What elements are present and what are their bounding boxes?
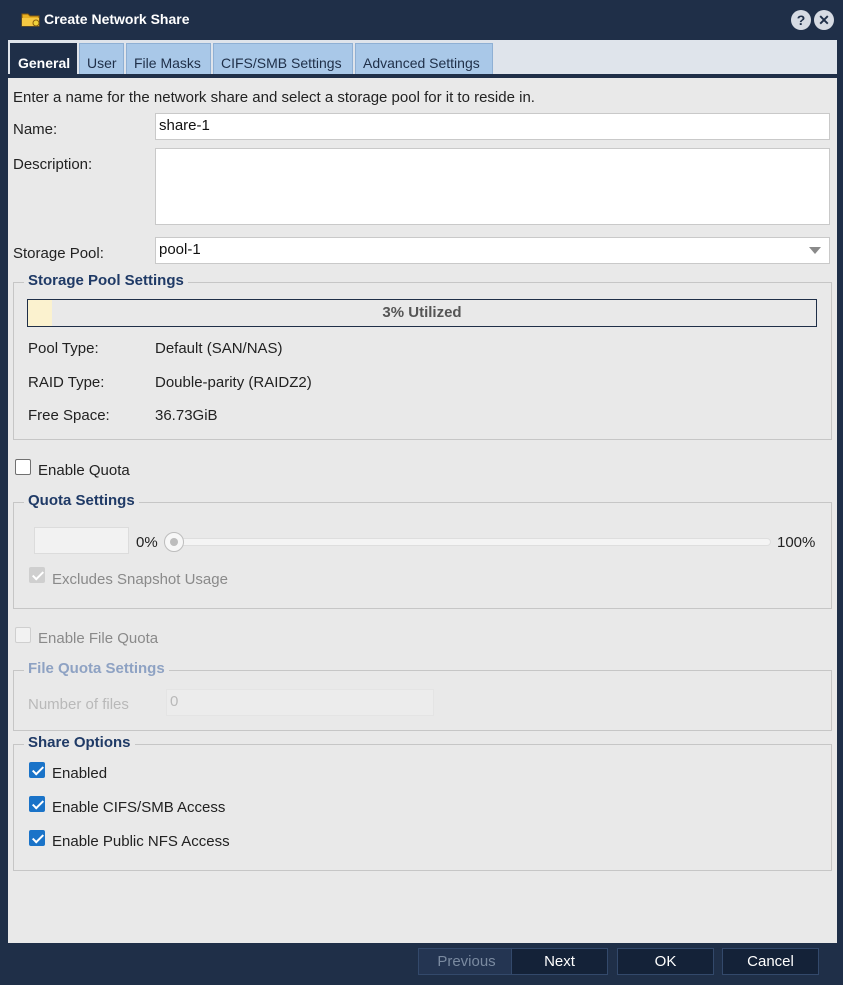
storage-pool-settings-legend: Storage Pool Settings (24, 272, 188, 289)
create-network-share-dialog: Create Network Share ? ✕ General User Fi… (0, 0, 843, 985)
excludes-snapshot-label: Excludes Snapshot Usage (52, 571, 228, 588)
share-options-legend: Share Options (24, 734, 135, 751)
storage-pool-select[interactable]: pool-1 (155, 237, 830, 264)
intro-text: Enter a name for the network share and s… (13, 89, 535, 106)
help-icon[interactable]: ? (791, 10, 811, 30)
enable-public-nfs-checkbox[interactable] (29, 830, 45, 846)
tab-cifs-smb-settings[interactable]: CIFS/SMB Settings (213, 43, 353, 76)
enabled-checkbox[interactable] (29, 762, 45, 778)
utilization-text: 3% Utilized (382, 304, 462, 321)
enable-quota-label: Enable Quota (38, 462, 130, 479)
quota-min-label: 0% (136, 534, 158, 551)
pool-type-label: Pool Type: (28, 340, 99, 357)
name-input[interactable]: share-1 (155, 113, 830, 140)
tab-general[interactable]: General (10, 43, 77, 76)
ok-button[interactable]: OK (617, 948, 714, 975)
free-space-value: 36.73GiB (155, 407, 218, 424)
general-panel: Enter a name for the network share and s… (8, 78, 837, 943)
raid-type-label: RAID Type: (28, 374, 105, 391)
share-folder-icon (21, 10, 41, 28)
enable-cifs-smb-label: Enable CIFS/SMB Access (52, 799, 226, 816)
enable-file-quota-checkbox[interactable] (15, 627, 31, 643)
utilization-bar: 3% Utilized (27, 299, 817, 327)
enable-public-nfs-label: Enable Public NFS Access (52, 833, 230, 850)
dialog-footer: Previous Next OK Cancel (0, 943, 843, 985)
enable-file-quota-label: Enable File Quota (38, 630, 159, 647)
number-of-files-label: Number of files (28, 696, 129, 713)
description-label: Description: (13, 156, 93, 173)
quota-slider-track[interactable] (166, 538, 771, 546)
quota-settings-group: Quota Settings (13, 492, 832, 609)
next-button[interactable]: Next (511, 948, 608, 975)
chevron-down-icon[interactable] (809, 247, 821, 254)
excludes-snapshot-checkbox[interactable] (29, 567, 45, 583)
enable-quota-checkbox[interactable] (15, 459, 31, 475)
description-textarea[interactable] (155, 148, 830, 225)
storage-pool-value: pool-1 (159, 241, 201, 258)
quota-value-input[interactable] (34, 527, 129, 554)
tab-user[interactable]: User (79, 43, 124, 76)
title-bar[interactable]: Create Network Share ? ✕ (0, 0, 843, 40)
window-title: Create Network Share (44, 11, 190, 27)
tab-strip: General User File Masks CIFS/SMB Setting… (8, 40, 837, 76)
pool-type-value: Default (SAN/NAS) (155, 340, 283, 357)
raid-type-value: Double-parity (RAIDZ2) (155, 374, 312, 391)
storage-pool-label: Storage Pool: (13, 245, 104, 262)
cancel-button[interactable]: Cancel (722, 948, 819, 975)
name-label: Name: (13, 121, 58, 138)
quota-settings-legend: Quota Settings (24, 492, 139, 509)
tab-advanced-settings[interactable]: Advanced Settings (355, 43, 493, 76)
quota-slider-thumb[interactable] (164, 532, 184, 552)
previous-button[interactable]: Previous (418, 948, 515, 975)
number-of-files-input[interactable]: 0 (166, 689, 434, 716)
enabled-label: Enabled (52, 765, 108, 782)
quota-max-label: 100% (777, 534, 816, 551)
tab-file-masks[interactable]: File Masks (126, 43, 211, 76)
free-space-label: Free Space: (28, 407, 110, 424)
close-icon[interactable]: ✕ (814, 10, 834, 30)
file-quota-settings-legend: File Quota Settings (24, 660, 169, 677)
enable-cifs-smb-checkbox[interactable] (29, 796, 45, 812)
